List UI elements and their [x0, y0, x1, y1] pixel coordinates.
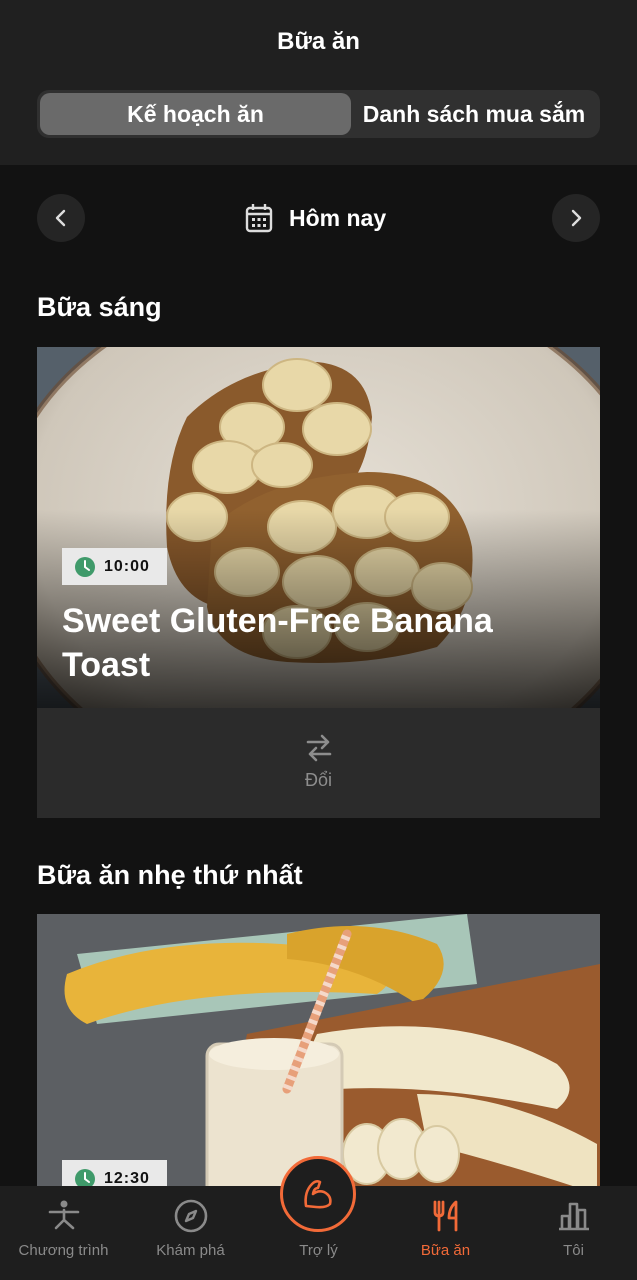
tab-meal-plan[interactable]: Kế hoạch ăn: [40, 93, 351, 135]
tab-program[interactable]: Chương trình: [0, 1186, 127, 1280]
next-day-button[interactable]: [552, 194, 600, 242]
section-title-first-snack: Bữa ăn nhẹ thứ nhất: [37, 860, 303, 890]
fork-knife-icon: [433, 1200, 458, 1232]
swap-label: Đổi: [304, 770, 332, 790]
banana-smoothie-image: [37, 914, 600, 1186]
compass-icon: [174, 1199, 208, 1233]
clock-icon: [75, 1168, 95, 1186]
assistant-button[interactable]: [280, 1156, 356, 1232]
meal-card-breakfast[interactable]: 10:00 Sweet Gluten-Free Banana Toast Đổi: [37, 347, 600, 818]
tab-explore[interactable]: Khám phá: [127, 1186, 254, 1280]
yoga-pose-icon: [48, 1200, 80, 1230]
meal-card-first-snack[interactable]: 12:30: [37, 914, 600, 1186]
tab-label: Bữa ăn: [420, 1242, 471, 1259]
meal-time: 10:00: [104, 557, 150, 575]
meal-time: 12:30: [104, 1169, 150, 1187]
swap-arrows-icon: [306, 734, 332, 762]
header: Bữa ăn Kế hoạch ăn Danh sách mua sắm: [0, 0, 637, 165]
tab-me[interactable]: Tôi: [510, 1186, 637, 1280]
flexed-arm-icon: [304, 1180, 332, 1209]
time-badge: 10:00: [62, 548, 167, 585]
tab-label: Trợ lý: [299, 1242, 338, 1259]
date-label: Hôm nay: [289, 204, 387, 231]
tab-label: Chương trình: [18, 1242, 109, 1259]
page-title: Bữa ăn: [277, 28, 360, 55]
swap-meal-button[interactable]: Đổi: [37, 708, 600, 818]
time-badge: 12:30: [62, 1160, 167, 1186]
segmented-control: Kế hoạch ăn Danh sách mua sắm: [37, 90, 600, 138]
bar-chart-icon: [559, 1202, 589, 1231]
calendar-icon: [245, 204, 273, 233]
tab-label: Tôi: [563, 1242, 584, 1259]
tab-label: Khám phá: [156, 1242, 225, 1259]
meal-title: Sweet Gluten-Free Banana Toast: [62, 602, 493, 684]
clock-icon: [75, 556, 95, 577]
section-title-breakfast: Bữa sáng: [37, 292, 162, 322]
chevron-right-icon: [571, 209, 582, 227]
tab-shopping-list[interactable]: Danh sách mua sắm: [351, 93, 597, 135]
tab-meals[interactable]: Bữa ăn: [382, 1186, 509, 1280]
date-selector[interactable]: Hôm nay: [0, 200, 637, 236]
